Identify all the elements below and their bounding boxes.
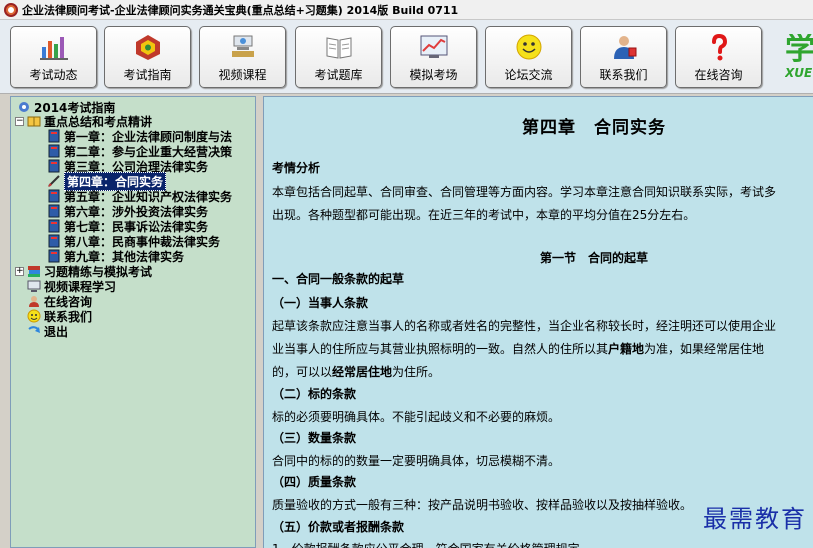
exam-news-label: 考试动态: [29, 68, 78, 82]
quality-clause-line: 质量验收的方式一般有三种：按产品说明书验收、按样品验收以及按抽样验收。: [272, 498, 693, 512]
guide-badge-icon: [131, 32, 165, 62]
tree-book-icon: [47, 159, 61, 173]
text-run: 为住所。: [392, 365, 441, 379]
video-course-icon: [226, 32, 260, 62]
party-clause-line: 起草该条款应注意当事人的名称或者姓名的完整性，当企业名称较长时，经注明还可以使用…: [272, 319, 777, 333]
tree-consult-person-icon: [27, 294, 41, 308]
mock-exam-button[interactable]: 模拟考场: [390, 26, 477, 88]
video-course-label: 视频课程: [218, 68, 267, 82]
subject-clause-line: 标的必须要明确具体。不能引起歧义和不必要的麻烦。: [272, 410, 561, 424]
contact-person-icon: [607, 32, 641, 62]
tree-book-open-icon: [27, 114, 41, 128]
forum-smiley-icon: [512, 32, 546, 62]
tree-star-icon: [17, 100, 31, 114]
title-bar: 企业法律顾问考试-企业法律顾问实务通关宝典(重点总结+习题集) 2014版 Bu…: [0, 0, 813, 20]
analysis-heading: 考情分析: [272, 161, 321, 175]
expand-toggle[interactable]: +: [15, 266, 24, 276]
quantity-clause-heading: （三）数量条款: [272, 431, 357, 445]
collapse-toggle[interactable]: −: [15, 116, 24, 126]
forum-label: 论坛交流: [504, 68, 553, 82]
window-title: 企业法律顾问考试-企业法律顾问实务通关宝典(重点总结+习题集) 2014版 Bu…: [22, 3, 459, 17]
tree-pen-icon: [47, 174, 61, 188]
app-icon: [4, 2, 18, 17]
tree-book-icon: [47, 249, 61, 263]
content-pane: 第四章 合同实务 考情分析 本章包括合同起草、合同审查、合同管理等方面内容。学习…: [263, 96, 813, 548]
exam-news-button[interactable]: 考试动态: [10, 26, 97, 88]
brand-logo: 学 XUE: [785, 34, 813, 90]
help-question-icon: [702, 32, 736, 62]
tree-item-label: 退出: [44, 324, 69, 339]
analysis-line: 本章包括合同起草、合同审查、合同管理等方面内容。学习本章注意合同知识联系实际，考…: [272, 185, 777, 199]
tree-smiley-icon: [27, 309, 41, 323]
emphasis-text: 经常居住地: [332, 365, 393, 379]
party-clause-line: 的，可以以经常居住地为住所。: [272, 363, 440, 380]
tree-book-icon: [47, 129, 61, 143]
tree-book-icon: [47, 189, 61, 203]
navigation-tree: 2014考试指南 − 重点总结和考点精讲 第一章：企业法律顾问制度与法 第二章：…: [10, 96, 256, 548]
video-course-button[interactable]: 视频课程: [199, 26, 286, 88]
section-title: 第一节 合同的起草: [539, 251, 648, 265]
emphasis-text: 户籍地: [608, 342, 645, 356]
tree-book-icon: [47, 144, 61, 158]
tree-exit-arrow-icon: [27, 324, 41, 338]
mock-exam-label: 模拟考场: [409, 68, 458, 82]
price-clause-heading: （五）价款或者报酬条款: [272, 520, 405, 534]
contact-us-button[interactable]: 联系我们: [580, 26, 667, 88]
toolbar: 考试动态 考试指南 视频课程 考试题库 模拟考场 论坛交流 联系我们 在线咨询 …: [0, 20, 813, 94]
tree-book-icon: [47, 204, 61, 218]
text-run: 为准，如果经常居住地: [644, 342, 765, 356]
section-heading: 一、合同一般条款的起草: [272, 272, 405, 286]
question-bank-label: 考试题库: [314, 68, 363, 82]
brand-logo-sub: XUE: [785, 66, 813, 80]
party-clause-heading: （一）当事人条款: [272, 296, 369, 310]
text-run: 的，可以以: [272, 365, 333, 379]
tree-books-stack-icon: [27, 264, 41, 278]
quality-clause-heading: （四）质量条款: [272, 475, 357, 489]
party-clause-line: 业当事人的住所应与其营业执照标明的一致。自然人的住所以其户籍地为准，如果经常居住…: [272, 340, 764, 357]
subject-clause-heading: （二）标的条款: [272, 387, 357, 401]
question-bank-icon: [322, 32, 356, 62]
news-chart-icon: [37, 32, 71, 62]
contact-us-label: 联系我们: [599, 68, 648, 82]
price-clause-line: 1、价款报酬条款应公平合理，符合国家有关价格管理规定。: [272, 540, 592, 548]
online-consult-button[interactable]: 在线咨询: [675, 26, 762, 88]
exam-guide-button[interactable]: 考试指南: [104, 26, 191, 88]
tree-video-icon: [27, 279, 41, 293]
exam-guide-label: 考试指南: [123, 68, 172, 82]
analysis-line: 出现。各种题型都可能出现。在近三年的考试中，本章的平均分值在25分左右。: [272, 208, 696, 222]
brand-logo-char: 学: [785, 34, 813, 67]
watermark-text: 最需教育: [703, 505, 807, 533]
text-run: 业当事人的住所应与其营业执照标明的一致。自然人的住所以其: [272, 342, 609, 356]
chapter-title: 第四章 合同实务: [522, 118, 666, 138]
tree-book-icon: [47, 234, 61, 248]
question-bank-button[interactable]: 考试题库: [295, 26, 382, 88]
quantity-clause-line: 合同中的标的的数量一定要明确具体，切忌模糊不清。: [272, 454, 561, 468]
online-consult-label: 在线咨询: [694, 68, 743, 82]
forum-button[interactable]: 论坛交流: [485, 26, 572, 88]
tree-book-icon: [47, 219, 61, 233]
exam-room-icon: [417, 32, 451, 62]
tree-item-exit[interactable]: 退出: [27, 323, 68, 339]
